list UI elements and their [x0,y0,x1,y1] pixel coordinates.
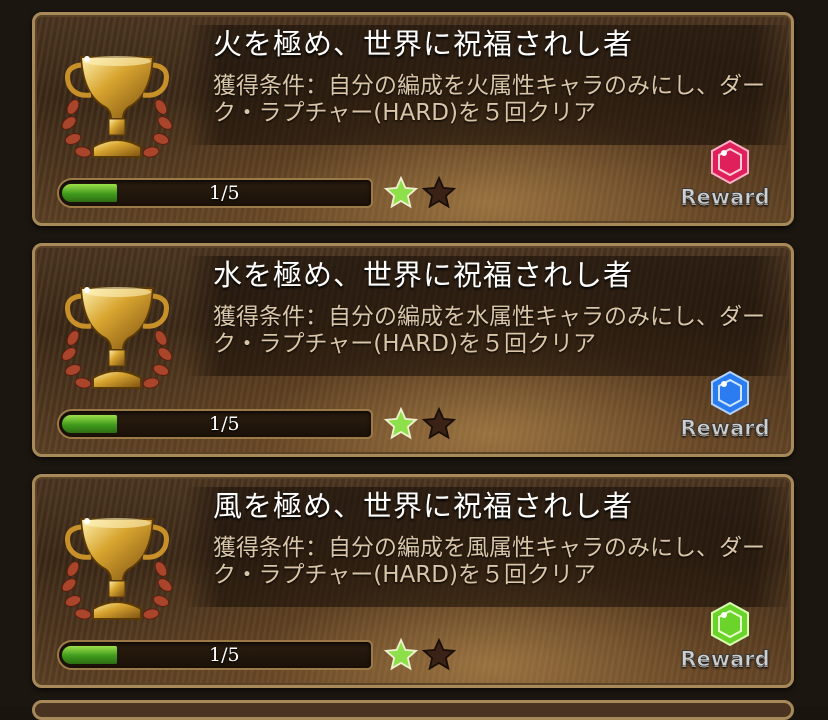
trophy-title: 風を極め、世界に祝福されし者 [213,489,634,523]
trophy-condition: 獲得条件：自分の編成を水属性キャラのみにし、ダーク・ラプチャー(HARD)を５回… [213,304,765,357]
reward-button[interactable]: Reward [675,364,775,454]
gold-trophy-icon [61,518,173,620]
star-lit-icon [383,406,419,440]
progress-bar-fill [62,184,117,202]
fire-gem-icon [711,139,749,185]
star-dim-icon [421,175,457,209]
trophy-condition: 獲得条件：自分の編成を火属性キャラのみにし、ダーク・ラプチャー(HARD)を５回… [213,73,765,126]
progress-bar: 1/5 [57,409,373,439]
progress-bar-fill [62,646,117,664]
star-dim-icon [421,406,457,440]
star-lit-icon [383,175,419,209]
star-lit-icon [383,637,419,671]
next-trophy-card-edge [32,700,794,720]
progress-text: 1/5 [209,182,240,204]
wind-gem-icon [711,601,749,647]
reward-label: Reward [680,647,770,672]
trophy-title: 火を極め、世界に祝福されし者 [213,27,634,61]
reward-label: Reward [680,185,770,210]
reward-button[interactable]: Reward [675,133,775,223]
star-dim-icon [421,637,457,671]
trophy-card[interactable]: 水を極め、世界に祝福されし者 獲得条件：自分の編成を水属性キャラのみにし、ダーク… [32,243,794,457]
gold-trophy-icon [61,287,173,389]
trophy-title: 水を極め、世界に祝福されし者 [213,258,634,292]
trophy-list: 火を極め、世界に祝福されし者 獲得条件：自分の編成を火属性キャラのみにし、ダーク… [0,0,828,720]
gold-trophy-icon [61,56,173,158]
reward-button[interactable]: Reward [675,595,775,685]
trophy-condition: 獲得条件：自分の編成を風属性キャラのみにし、ダーク・ラプチャー(HARD)を５回… [213,535,765,588]
reward-label: Reward [680,416,770,441]
progress-bar: 1/5 [57,640,373,670]
trophy-card[interactable]: 風を極め、世界に祝福されし者 獲得条件：自分の編成を風属性キャラのみにし、ダーク… [32,474,794,688]
progress-bar-fill [62,415,117,433]
water-gem-icon [711,370,749,416]
trophy-card[interactable]: 火を極め、世界に祝福されし者 獲得条件：自分の編成を火属性キャラのみにし、ダーク… [32,12,794,226]
progress-bar: 1/5 [57,178,373,208]
progress-text: 1/5 [209,644,240,666]
progress-text: 1/5 [209,413,240,435]
